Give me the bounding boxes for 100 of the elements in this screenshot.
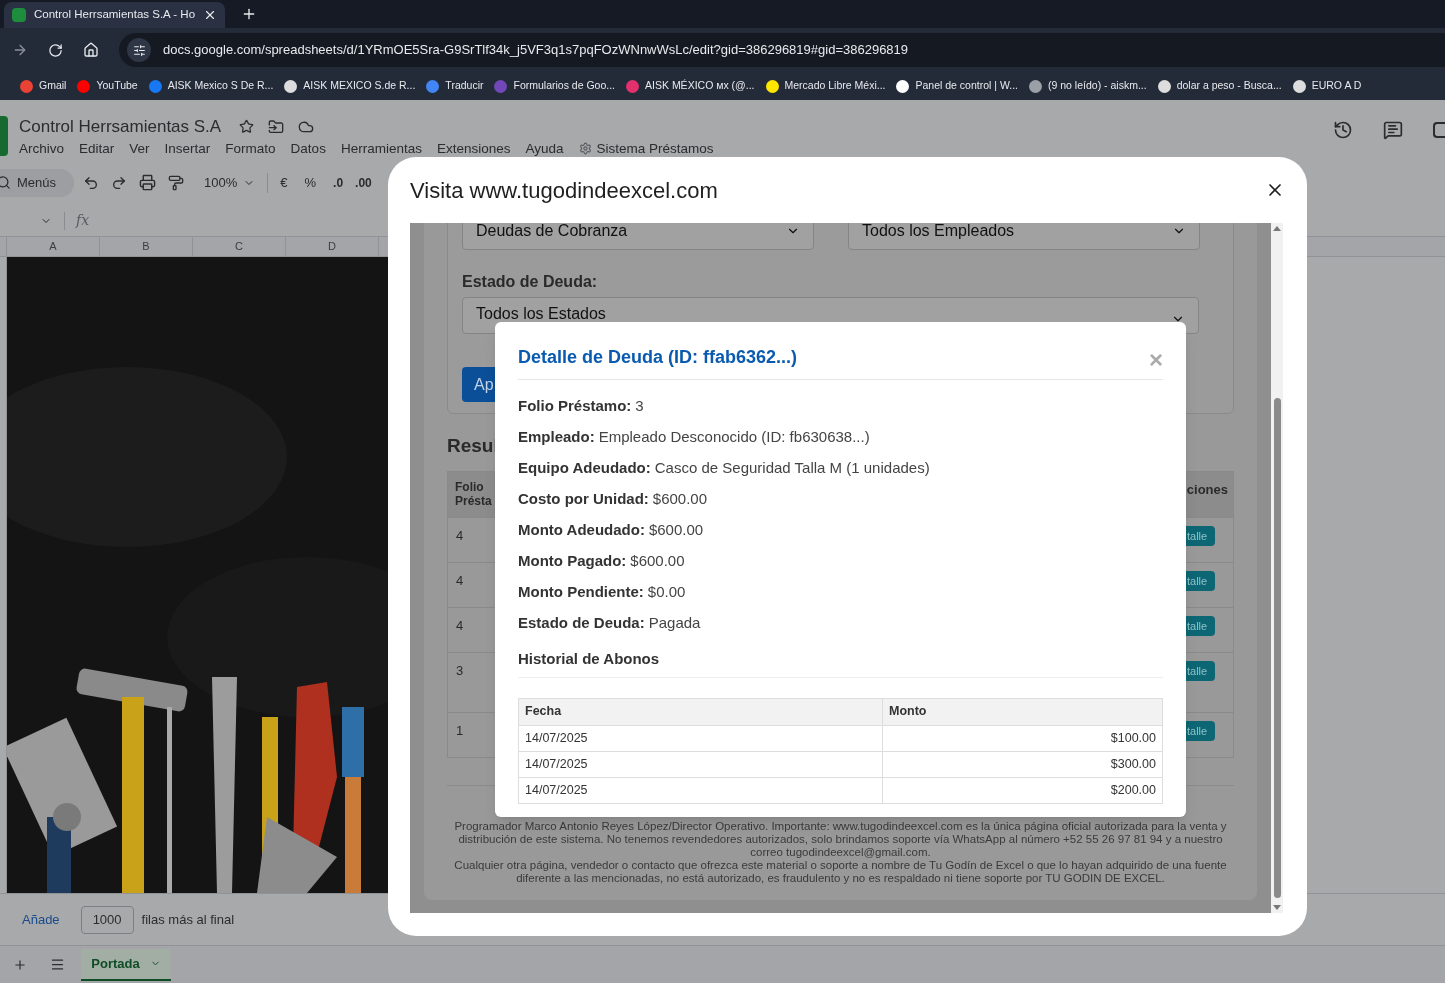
sheets-logo-icon xyxy=(0,116,8,156)
field-label: Empleado: xyxy=(518,427,595,446)
table-cell: 14/07/2025 xyxy=(519,777,883,803)
site-info-icon[interactable] xyxy=(127,38,151,62)
tab-title: Control Herrsamientas S.A - Ho xyxy=(34,7,196,23)
bookmark[interactable]: Mercado Libre Méxi... xyxy=(765,78,886,94)
field-label: Equipo Adeudado: xyxy=(518,458,651,477)
menu-item[interactable]: Archivo xyxy=(19,139,64,157)
percent-button[interactable]: % xyxy=(304,172,317,193)
field-label: Monto Pendiente: xyxy=(518,582,644,601)
bookmark[interactable]: YouTube xyxy=(77,78,138,94)
field-label: Costo por Unidad: xyxy=(518,489,649,508)
decrease-decimals-button[interactable]: .0 xyxy=(333,173,344,192)
history-icon[interactable] xyxy=(1333,120,1353,140)
field-value: $0.00 xyxy=(647,582,686,601)
bookmark[interactable]: Formularios de Goo... xyxy=(494,78,616,94)
field-value: $600.00 xyxy=(652,489,708,508)
move-folder-icon[interactable] xyxy=(268,118,285,135)
menu-item[interactable]: Datos xyxy=(290,139,326,157)
table-cell-text: 4 xyxy=(455,526,464,545)
field-value: Pagada xyxy=(648,613,701,632)
field-value: Casco de Seguridad Talla M (1 unidades) xyxy=(654,458,930,477)
table-cell-text: $200.00 xyxy=(1109,781,1157,799)
menu-item[interactable]: Ver xyxy=(129,139,150,157)
increase-decimals-button[interactable]: .00 xyxy=(355,173,372,192)
field-value: Empleado Desconocido (ID: fb630638...) xyxy=(598,427,870,446)
field-value: 3 xyxy=(635,396,644,415)
add-rows-label: filas más al final xyxy=(141,910,235,929)
field-value: $600.00 xyxy=(630,551,685,570)
column-header: ciones xyxy=(1185,480,1229,499)
address-bar[interactable]: docs.google.com/spreadsheets/d/1YRmOE5Sra-G9SrTlf34k_j5VF3q1s7pqFOzWNnwWsLc/edit?gid=386296819#gid=386296819 xyxy=(119,33,1445,67)
reload-icon[interactable] xyxy=(48,42,63,58)
forward-icon[interactable] xyxy=(12,42,28,58)
browser-tab[interactable]: Control Herrsamientas S.A - Ho xyxy=(4,2,226,28)
bookmark[interactable]: AISK MÉXICO ᴍx (@... xyxy=(626,78,755,94)
column-header: Fecha xyxy=(519,698,883,725)
footer-text: Programador Marco Antonio Reyes López/Director Operativo. Importante: www.tugodindeexcel.com es la única página oficial autorizada para la venta y distribución de este sistema. No tenemos revendedores autorizados, solo brindamos soporte vía WhatsApp al número +52 55 26 97 81 94 y a nuestro correo tugodindeexcel@gmail.com. xyxy=(453,819,1228,859)
bookmark[interactable]: Traducir xyxy=(426,78,484,94)
table-cell-text: 4 xyxy=(455,616,464,635)
apply-button[interactable]: Ap xyxy=(462,367,496,402)
formula-label: fx xyxy=(76,211,90,230)
menu-item[interactable]: Extensiones xyxy=(436,139,511,157)
currency-button[interactable]: € xyxy=(280,172,288,193)
undo-icon[interactable] xyxy=(83,174,99,191)
menu-item[interactable]: Formato xyxy=(225,139,276,157)
bookmark[interactable]: Panel de control | W... xyxy=(896,78,1018,94)
field-label: Estado de Deuda: xyxy=(518,613,645,632)
scrollbar[interactable] xyxy=(1271,223,1283,913)
column-header[interactable]: B xyxy=(100,237,193,256)
column-header[interactable]: A xyxy=(7,237,100,256)
field-label: Folio Préstamo: xyxy=(518,396,632,415)
search-icon xyxy=(0,175,11,190)
field-value: $600.00 xyxy=(648,520,704,539)
sheet-tab[interactable]: Portada xyxy=(81,948,171,981)
zoom-select[interactable]: 100% xyxy=(204,172,256,193)
menu-search-field[interactable]: Menús xyxy=(0,168,74,197)
column-header[interactable]: C xyxy=(193,237,286,256)
filter-select[interactable]: Todos los Empleados xyxy=(848,223,1200,250)
footer-text: Cualquier otra página, vendedor o contacto que ofrezca este material o soporte a nombre de Tu Godín de Excel o que lo hayan adquirido de una fuente diferente a las mencionadas, no está autorizado, es fraudulento y no es respaldado ni tiene soporte por TU GODIN DE EXCEL. xyxy=(453,858,1228,885)
field-label: Estado de Deuda: xyxy=(462,273,598,291)
table-cell-text: 1 xyxy=(455,721,464,740)
modal-title: Detalle de Deuda (ID: ffab6362...) xyxy=(518,346,798,369)
print-icon[interactable] xyxy=(139,174,156,191)
field-label: Monto Adeudado: xyxy=(518,520,645,539)
table-cell-text: 3 xyxy=(455,661,464,680)
url-text: docs.google.com/spreadsheets/d/1YRmOE5Sra-G9SrTlf34k_j5VF3q1s7pqFOzWNnwWsLc/edit?gid=386296819#gid=386296819 xyxy=(163,41,909,60)
rows-count-field[interactable]: 1000 xyxy=(80,905,134,934)
star-icon[interactable] xyxy=(239,119,255,135)
table-cell-text: $100.00 xyxy=(1109,729,1157,747)
table-cell: 14/07/2025 xyxy=(519,725,883,751)
menu-item[interactable]: Herramientas xyxy=(340,139,422,157)
filter-select[interactable]: Deudas de Cobranza xyxy=(462,223,814,250)
menu-item[interactable]: Ayuda xyxy=(525,139,564,157)
paint-format-icon[interactable] xyxy=(168,174,184,191)
bookmark[interactable]: AISK Mexico S De R... xyxy=(148,78,274,94)
sheets-icon xyxy=(12,8,26,22)
bookmark[interactable]: EURO A D xyxy=(1292,78,1362,94)
home-icon[interactable] xyxy=(83,42,99,58)
field-label: Monto Pagado: xyxy=(518,551,627,570)
addon-menu[interactable]: Sistema Préstamos xyxy=(578,139,714,157)
redo-icon[interactable] xyxy=(111,174,127,191)
bookmark[interactable]: Gmail xyxy=(20,78,67,94)
menu-item[interactable]: Insertar xyxy=(164,139,211,157)
add-rows-link[interactable]: Añade xyxy=(22,909,60,930)
table-cell: 14/07/2025 xyxy=(519,751,883,777)
menu-item[interactable]: Editar xyxy=(79,139,115,157)
column-header: Monto xyxy=(888,703,928,721)
gear-icon xyxy=(578,141,592,155)
comment-icon[interactable] xyxy=(1383,120,1403,140)
bookmark[interactable]: AISK MEXICO S.de R... xyxy=(284,78,416,94)
table-cell-text: $300.00 xyxy=(1109,755,1157,773)
add-sheet-icon[interactable] xyxy=(13,957,27,972)
bookmark[interactable]: dolar a peso - Busca... xyxy=(1157,78,1282,94)
section-title: Historial de Abonos xyxy=(518,648,1163,678)
dialog-title: Visita www.tugodindeexcel.com xyxy=(410,176,718,205)
column-header: Folio Présta xyxy=(454,478,493,510)
document-title: Control Herrsamientas S.A xyxy=(19,116,222,138)
all-sheets-icon[interactable] xyxy=(50,957,65,972)
column-header[interactable]: D xyxy=(286,237,379,256)
bookmark[interactable]: (9 no leído) - aiskm... xyxy=(1029,78,1147,94)
